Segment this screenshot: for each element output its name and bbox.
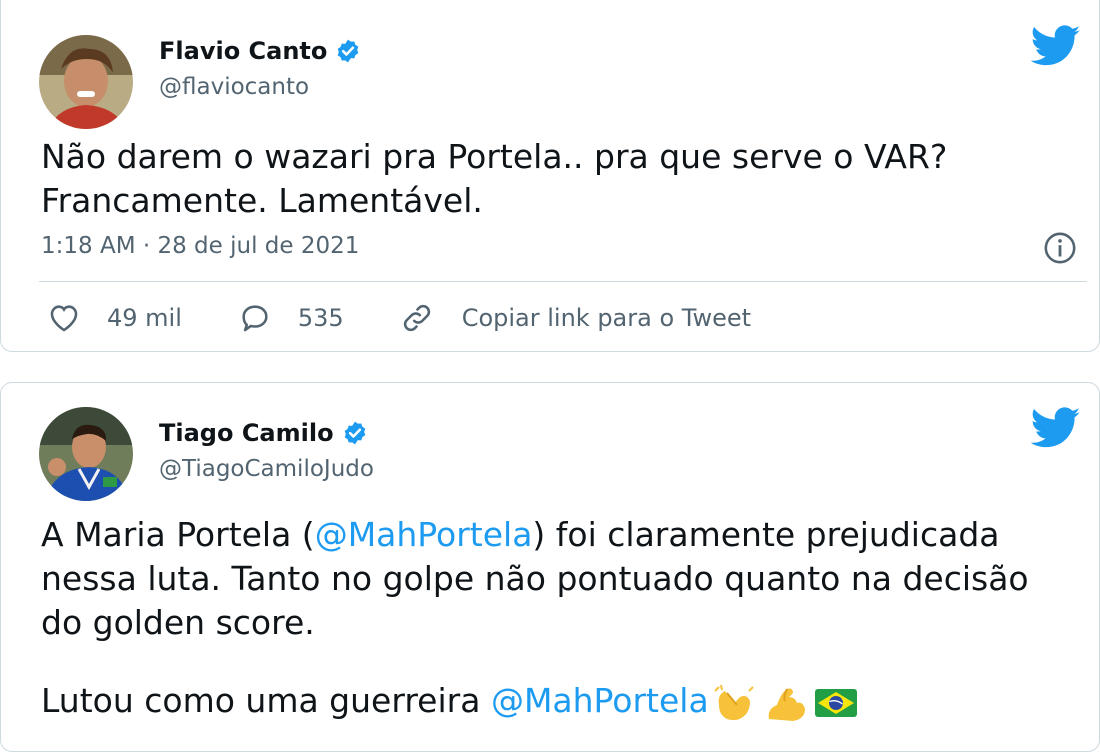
copy-link-label: Copiar link para o Tweet	[461, 304, 752, 332]
author-handle[interactable]: @flaviocanto	[159, 74, 309, 100]
like-button[interactable]: 49 mil	[47, 301, 182, 335]
copy-link-button[interactable]: Copiar link para o Tweet	[400, 301, 751, 335]
divider	[39, 281, 1087, 282]
mention-link[interactable]: @MahPortela	[315, 515, 533, 554]
tweet-timestamp[interactable]: 1:18 AM · 28 de jul de 2021	[41, 233, 359, 259]
avatar[interactable]	[39, 407, 133, 501]
verified-badge-icon	[338, 39, 359, 63]
author-name[interactable]: Tiago Camilo	[159, 419, 368, 447]
avatar-photo-icon	[39, 35, 133, 129]
verified-badge-icon	[344, 421, 365, 445]
heart-icon	[50, 305, 78, 332]
tweet-text-part: A Maria Portela (	[41, 515, 315, 554]
link-icon	[403, 304, 430, 332]
tweet-text: Não darem o wazari pra Portela.. pra que…	[41, 137, 958, 220]
author-name[interactable]: Flavio Canto	[159, 37, 361, 65]
reply-button[interactable]: 535	[238, 301, 344, 335]
twitter-bird-icon[interactable]	[1031, 25, 1081, 67]
tweet-card-flavio[interactable]: Flavio Canto @flaviocanto Não darem o wa…	[0, 0, 1100, 352]
tweet-text-second-paragraph: Lutou como uma guerreira @MahPortela	[41, 679, 1081, 723]
author-name-text: Flavio Canto	[159, 37, 328, 65]
avatar-photo-icon	[39, 407, 133, 501]
flexed-biceps-emoji	[768, 688, 805, 721]
mention-link[interactable]: @MahPortela	[491, 681, 709, 720]
tweet-text: A Maria Portela (@MahPortela) foi claram…	[41, 513, 1041, 645]
clapping-hands-emoji	[713, 684, 754, 720]
info-icon[interactable]	[1043, 231, 1077, 265]
reply-count: 535	[297, 304, 344, 332]
brazil-flag-emoji	[814, 688, 857, 717]
tweet-actions: 49 mil 535 Copiar link para o Tweet	[47, 301, 807, 335]
author-name-text: Tiago Camilo	[159, 419, 334, 447]
tweet-text-part: Lutou como uma guerreira	[41, 681, 491, 720]
avatar[interactable]	[39, 35, 133, 129]
like-count: 49 mil	[107, 304, 182, 332]
tweet-card-tiago[interactable]: Tiago Camilo @TiagoCamiloJudo A Maria Po…	[0, 382, 1100, 752]
author-handle[interactable]: @TiagoCamiloJudo	[159, 456, 374, 482]
reply-icon	[242, 305, 268, 332]
twitter-bird-icon[interactable]	[1031, 407, 1081, 449]
